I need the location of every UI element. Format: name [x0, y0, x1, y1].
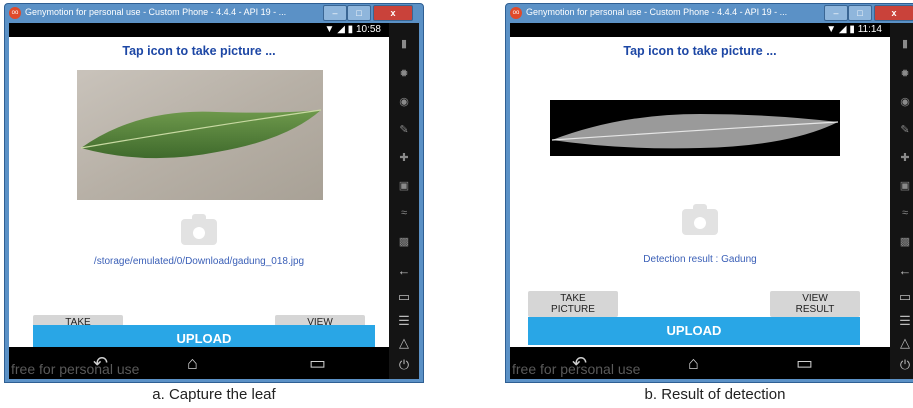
genymotion-logo-icon: oo: [9, 7, 21, 19]
battery-widget-icon[interactable]: ▮: [389, 37, 419, 50]
dpad-icon[interactable]: ✚: [890, 151, 913, 164]
camera-widget-icon[interactable]: ◉: [890, 95, 913, 108]
network-icon[interactable]: ≈: [890, 207, 913, 219]
android-nav-bar: free for personal use ↶ ⌂ ▭: [510, 347, 890, 379]
image-path-text: /storage/emulated/0/Download/gadung_018.…: [93, 256, 305, 267]
keyboard-icon[interactable]: ▩: [389, 235, 419, 248]
side-back-icon[interactable]: ←: [890, 263, 913, 278]
side-back-icon[interactable]: ←: [389, 263, 419, 278]
detection-result-text: Detection result : Gadung: [643, 254, 757, 265]
android-nav-bar: free for personal use ↶ ⌂ ▭: [9, 347, 389, 379]
power-icon[interactable]: ⏻: [890, 357, 913, 373]
id-icon[interactable]: ▣: [389, 179, 419, 192]
status-time: 10:58: [355, 24, 381, 35]
phone-display: ▼ ◢ ▮ 10:58 Tap icon to take picture ...: [9, 23, 389, 379]
side-menu-icon[interactable]: ☰: [890, 313, 913, 329]
camera-icon[interactable]: [682, 204, 718, 235]
back-icon[interactable]: ↶: [572, 353, 587, 374]
emulator-frame: ▼ ◢ ▮ 10:58 Tap icon to take picture ...: [9, 23, 419, 379]
power-icon[interactable]: ⏻: [389, 357, 419, 373]
side-home-icon[interactable]: △: [389, 335, 419, 351]
wifi-icon: ▼: [826, 24, 837, 35]
battery-icon: ▮: [849, 24, 855, 35]
view-result-button[interactable]: VIEW RESULT: [770, 291, 860, 317]
leaf-photo: [77, 70, 323, 200]
side-menu-icon[interactable]: ☰: [389, 313, 419, 329]
side-recents-icon[interactable]: ▭: [890, 289, 913, 305]
detected-leaf-graphic: [550, 100, 840, 156]
camera-widget-icon[interactable]: ◉: [389, 95, 419, 108]
battery-widget-icon[interactable]: ▮: [890, 37, 913, 50]
gps-icon[interactable]: ✹: [389, 67, 419, 80]
signal-icon: ◢: [337, 24, 345, 35]
page-heading: Tap icon to take picture ...: [122, 44, 276, 58]
maximize-button[interactable]: □: [347, 5, 371, 21]
close-button[interactable]: x: [874, 5, 913, 21]
back-icon[interactable]: ↶: [93, 353, 108, 374]
panel-detection: oo Genymotion for personal use - Custom …: [505, 0, 913, 408]
minimize-button[interactable]: –: [824, 5, 848, 21]
emulator-sidebar: ▮ ✹ ◉ ✎ ✚ ▣ ≈ ▩ ← ▭ ☰ △ ⏻: [389, 23, 419, 379]
detected-leaf-image: [550, 100, 840, 156]
side-home-icon[interactable]: △: [890, 335, 913, 351]
wifi-icon: ▼: [324, 24, 335, 35]
figure-caption: a. Capture the leaf: [152, 386, 276, 403]
title-bar: oo Genymotion for personal use - Custom …: [506, 4, 913, 22]
recents-icon[interactable]: ▭: [796, 353, 813, 374]
recents-icon[interactable]: ▭: [309, 353, 326, 374]
panel-capture: oo Genymotion for personal use - Custom …: [4, 0, 424, 408]
id-icon[interactable]: ▣: [890, 179, 913, 192]
page-heading: Tap icon to take picture ...: [623, 44, 777, 58]
take-picture-button[interactable]: TAKE PICTURE: [528, 291, 618, 317]
remote-icon[interactable]: ✎: [389, 123, 419, 136]
figure-caption: b. Result of detection: [644, 386, 786, 403]
app-screen: Tap icon to take picture ... Detection r…: [510, 37, 890, 347]
camera-icon[interactable]: [181, 214, 217, 245]
status-bar: ▼ ◢ ▮ 11:14: [510, 23, 890, 37]
network-icon[interactable]: ≈: [389, 207, 419, 219]
remote-icon[interactable]: ✎: [890, 123, 913, 136]
emulator-frame: ▼ ◢ ▮ 11:14 Tap icon to take picture ...: [510, 23, 913, 379]
window-title: Genymotion for personal use - Custom Pho…: [526, 7, 788, 17]
leaf-photo-image: [77, 70, 323, 200]
dpad-icon[interactable]: ✚: [389, 151, 419, 164]
minimize-button[interactable]: –: [323, 5, 347, 21]
emulator-window: oo Genymotion for personal use - Custom …: [505, 3, 913, 383]
emulator-sidebar: ▮ ✹ ◉ ✎ ✚ ▣ ≈ ▩ ← ▭ ☰ △ ⏻: [890, 23, 913, 379]
battery-icon: ▮: [347, 24, 354, 35]
genymotion-logo-icon: oo: [510, 7, 522, 19]
emulator-window: oo Genymotion for personal use - Custom …: [4, 3, 424, 383]
home-icon[interactable]: ⌂: [187, 353, 198, 374]
maximize-button[interactable]: □: [848, 5, 872, 21]
title-bar: oo Genymotion for personal use - Custom …: [5, 4, 423, 22]
window-title: Genymotion for personal use - Custom Pho…: [25, 7, 287, 17]
signal-icon: ◢: [838, 24, 847, 35]
gps-icon[interactable]: ✹: [890, 67, 913, 80]
upload-button[interactable]: UPLOAD: [528, 317, 860, 345]
status-time: 11:14: [857, 24, 882, 35]
phone-display: ▼ ◢ ▮ 11:14 Tap icon to take picture ...: [510, 23, 890, 379]
home-icon[interactable]: ⌂: [688, 353, 699, 374]
close-button[interactable]: x: [373, 5, 413, 21]
keyboard-icon[interactable]: ▩: [890, 235, 913, 248]
status-bar: ▼ ◢ ▮ 10:58: [9, 23, 389, 37]
watermark-text: free for personal use: [11, 361, 140, 377]
side-recents-icon[interactable]: ▭: [389, 289, 419, 305]
app-screen: Tap icon to take picture ... /storage/em…: [9, 37, 389, 347]
